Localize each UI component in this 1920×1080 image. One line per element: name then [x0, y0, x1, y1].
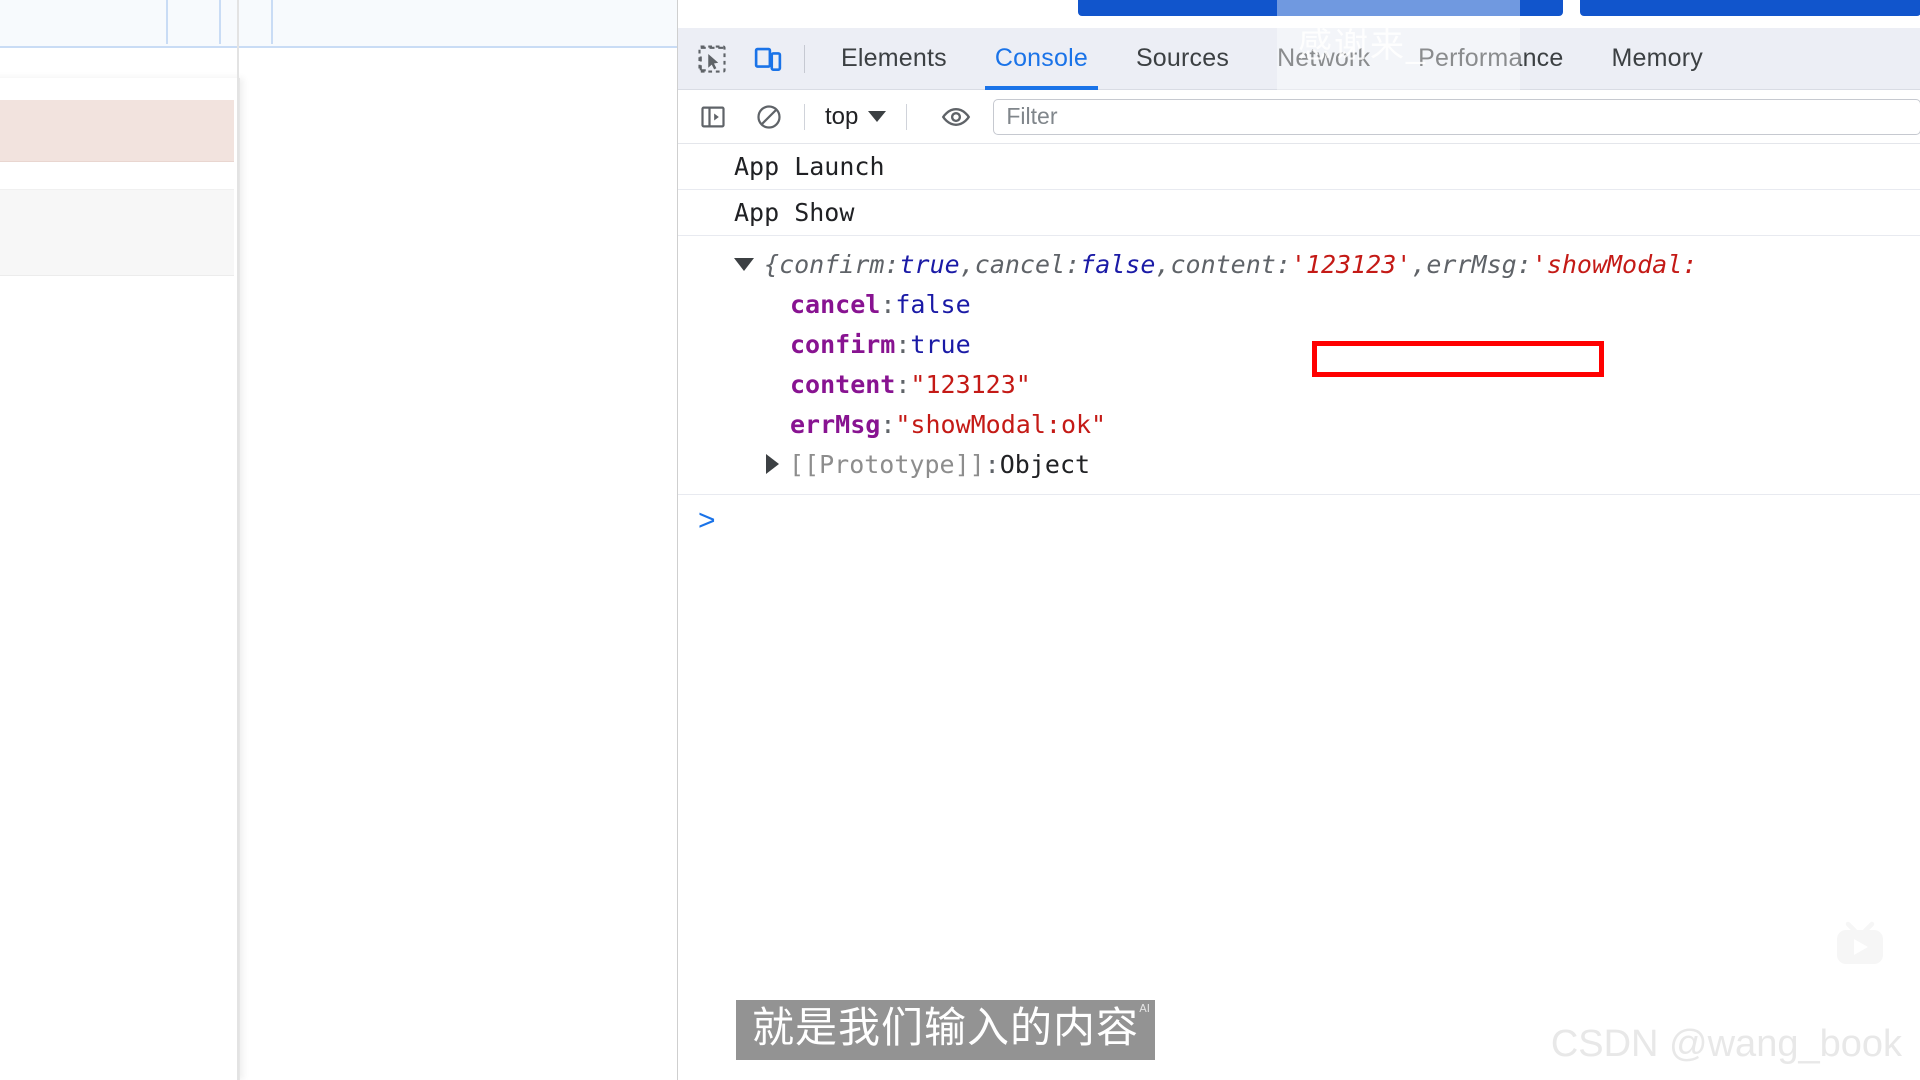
property-key: errMsg	[790, 409, 881, 439]
object-prototype-row[interactable]: [[Prototype]]: Object	[678, 444, 1920, 484]
tab-elements-label: Elements	[841, 44, 947, 72]
browser-chrome-gap	[678, 0, 1920, 28]
property-sep: :	[880, 409, 896, 439]
console-toolbar-divider-2	[906, 103, 908, 130]
console-filter-placeholder: Filter	[1006, 103, 1058, 129]
prototype-value: Object	[999, 449, 1091, 479]
prototype-key: [[Prototype]]	[789, 449, 985, 479]
object-property-row[interactable]: errMsg: "showModal:ok"	[678, 404, 1920, 444]
console-message-text: App Show	[734, 198, 855, 227]
property-value: "123123"	[910, 369, 1031, 399]
browser-tab-bar-segment-1	[1078, 0, 1563, 16]
object-property-row-content[interactable]: content: "123123"	[678, 364, 1920, 404]
preview-value: true	[899, 249, 960, 279]
secondary-row-card	[0, 189, 234, 276]
property-sep: :	[895, 369, 911, 399]
chevron-down-icon	[868, 111, 887, 122]
preview-key: cancel	[974, 249, 1066, 279]
tab-sources[interactable]: Sources	[1112, 28, 1253, 90]
preview-sep: :	[884, 249, 900, 279]
prompt-chevron-icon: >	[698, 504, 716, 537]
inspect-element-icon[interactable]	[690, 37, 734, 81]
property-value: false	[895, 289, 971, 319]
video-subtitle-text: 就是我们输入的内容	[752, 1003, 1140, 1052]
console-object-message: {confirm: true, cancel: false, content: …	[678, 236, 1920, 495]
page-preview-region	[0, 0, 677, 1080]
video-subtitle: 就是我们输入的内容 AI	[736, 1000, 1156, 1061]
browser-tab-bar-segment-2	[1580, 0, 1920, 16]
expand-triangle-icon[interactable]	[766, 454, 779, 474]
property-key: cancel	[790, 289, 881, 319]
page-toolbar-strip	[0, 0, 677, 48]
tab-sources-label: Sources	[1135, 44, 1230, 72]
tab-memory-label: Memory	[1611, 44, 1703, 72]
tab-console[interactable]: Console	[971, 28, 1112, 90]
javascript-context-select[interactable]: top	[819, 103, 892, 131]
preview-key: content	[1170, 249, 1276, 279]
preview-sep: :	[1065, 249, 1081, 279]
tab-elements[interactable]: Elements	[817, 28, 971, 90]
object-property-row[interactable]: cancel: false	[678, 284, 1920, 324]
prototype-sep: :	[984, 449, 1000, 479]
tab-memory[interactable]: Memory	[1587, 28, 1726, 90]
tab-network[interactable]: Network	[1253, 28, 1394, 90]
object-property-row[interactable]: confirm: true	[678, 324, 1920, 364]
preview-value: false	[1080, 249, 1156, 279]
tab-console-label: Console	[994, 44, 1088, 72]
property-sep: :	[895, 329, 911, 359]
highlighted-row-card	[0, 100, 234, 162]
preview-sep: :	[1275, 249, 1291, 279]
property-key: content	[790, 369, 896, 399]
preview-value: '123123'	[1290, 249, 1412, 279]
property-value: true	[910, 329, 971, 359]
toolbar-divider-3	[271, 0, 273, 44]
console-message-row[interactable]: App Show	[678, 190, 1920, 236]
preview-key: confirm	[779, 249, 885, 279]
tab-network-label: Network	[1277, 44, 1371, 72]
preview-separator: ,	[959, 249, 975, 279]
console-toolbar-divider-1	[804, 103, 805, 130]
console-message-row[interactable]: App Launch	[678, 144, 1920, 190]
preview-sep: :	[1516, 249, 1532, 279]
object-open-brace: {	[764, 249, 780, 279]
panel-right-edge	[237, 0, 239, 1080]
device-toolbar-icon[interactable]	[746, 37, 790, 81]
live-expression-eye-icon[interactable]	[935, 96, 977, 138]
toolbar-divider-1	[166, 0, 168, 44]
console-message-text: App Launch	[734, 152, 885, 181]
preview-value: 'showModal:	[1531, 249, 1698, 279]
console-prompt[interactable]: >	[678, 495, 1920, 547]
tabbar-divider	[804, 44, 805, 73]
subtitle-ai-badge: AI	[1139, 1002, 1151, 1015]
console-output: App Launch App Show {confirm: true, canc…	[678, 144, 1920, 1080]
preview-separator: ,	[1155, 249, 1171, 279]
devtools-tabbar: Elements Console Sources Network Perform…	[678, 28, 1920, 90]
clear-console-icon[interactable]	[748, 96, 790, 138]
property-value: "showModal:ok"	[895, 409, 1107, 439]
console-sidebar-toggle-icon[interactable]	[692, 96, 734, 138]
property-key: confirm	[790, 329, 896, 359]
devtools-panel: Elements Console Sources Network Perform…	[677, 0, 1920, 1080]
screenshot-root: Elements Console Sources Network Perform…	[0, 0, 1920, 1080]
expand-triangle-icon[interactable]	[734, 257, 754, 271]
object-preview-line[interactable]: {confirm: true, cancel: false, content: …	[678, 244, 1920, 284]
preview-key: errMsg	[1426, 249, 1517, 279]
javascript-context-value: top	[825, 102, 859, 130]
tab-performance-label: Performance	[1418, 44, 1564, 72]
toolbar-divider-2	[219, 0, 221, 44]
property-sep: :	[880, 289, 896, 319]
console-filter-input[interactable]: Filter	[993, 98, 1920, 135]
tab-performance[interactable]: Performance	[1394, 28, 1587, 90]
preview-separator: ,	[1411, 249, 1427, 279]
console-toolbar: top Filter	[678, 90, 1920, 144]
